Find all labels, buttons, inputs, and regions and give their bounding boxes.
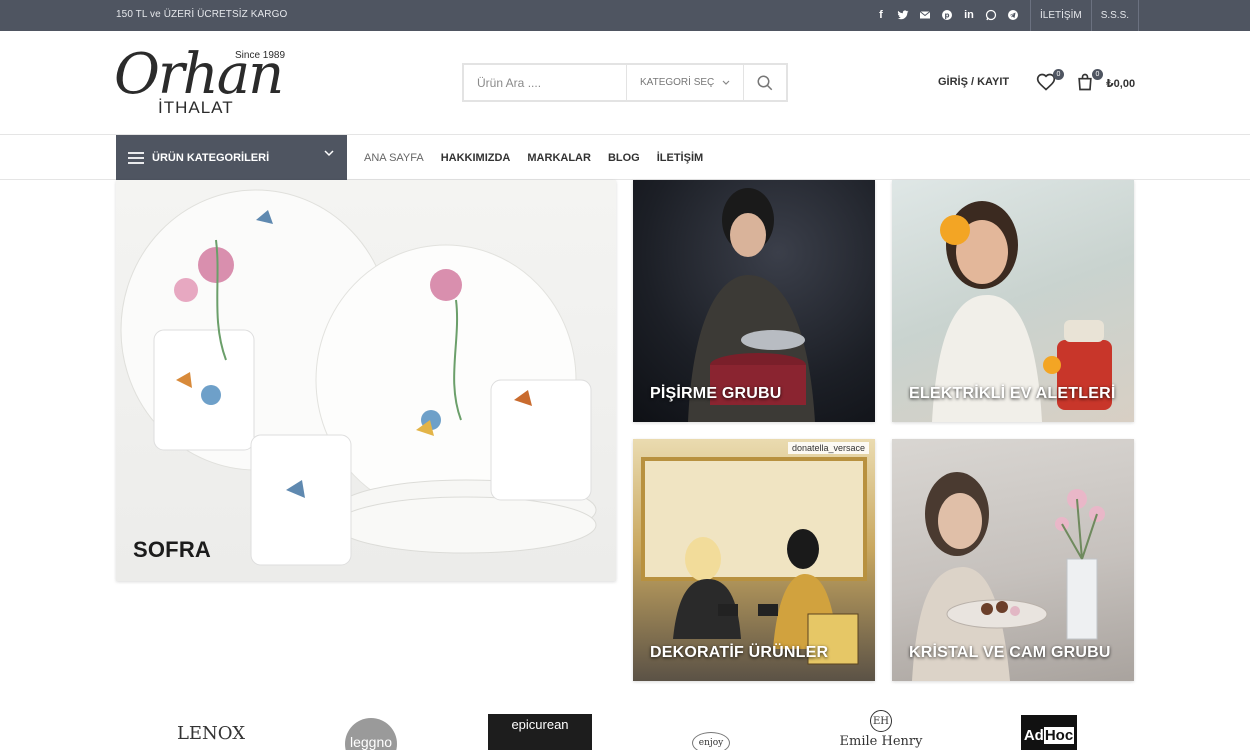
banner-title-pisirme: PİŞİRME GRUBU xyxy=(650,385,782,402)
free-shipping-notice: 150 TL ve ÜZERİ ÜCRETSİZ KARGO xyxy=(116,9,288,20)
banner-dekor[interactable]: donatella_versace DEKORATİF ÜRÜNLER xyxy=(633,439,875,681)
brand-enjoy-mark: enjoy xyxy=(692,732,730,750)
tableware-illustration xyxy=(120,189,597,566)
facebook-icon[interactable]: f xyxy=(874,8,888,22)
banner-sofra[interactable]: SOFRA xyxy=(116,180,616,581)
search-input[interactable] xyxy=(464,65,626,100)
nav-contact[interactable]: İLETİŞİM xyxy=(657,152,703,164)
brand-enjoy[interactable]: enjoy xyxy=(686,708,736,750)
search-bar: KATEGORİ SEÇ xyxy=(462,63,788,102)
logo-subtitle: İTHALAT xyxy=(158,98,234,117)
top-link-faq[interactable]: S.S.S. xyxy=(1090,0,1140,31)
product-categories-label: ÜRÜN KATEGORİLERİ xyxy=(152,151,270,164)
site-logo[interactable]: Orhan Since 1989 İTHALAT xyxy=(114,43,294,123)
top-links: İLETİŞİM S.S.S. xyxy=(1030,0,1140,31)
cart-total[interactable]: ₺0,00 xyxy=(1106,77,1135,90)
product-categories-button[interactable]: ÜRÜN KATEGORİLERİ xyxy=(116,135,347,180)
top-link-contact[interactable]: İLETİŞİM xyxy=(1030,0,1091,31)
social-links: f p in xyxy=(874,6,1020,24)
cart-count: 0 xyxy=(1092,69,1103,80)
linkedin-icon[interactable]: in xyxy=(962,8,976,22)
brand-epicurean-mark: epicurean xyxy=(488,714,592,750)
pinterest-icon[interactable]: p xyxy=(940,8,954,22)
nav-brands[interactable]: MARKALAR xyxy=(527,152,591,164)
menu: ANA SAYFA HAKKIMIZDA MARKALAR BLOG İLETİ… xyxy=(364,135,703,180)
wishlist-button[interactable]: 0 xyxy=(1036,69,1064,94)
brand-emile-monogram: EH xyxy=(870,710,892,732)
brand-leggno-mark: leggno xyxy=(345,718,397,750)
nav-about[interactable]: HAKKIMIZDA xyxy=(441,152,511,164)
logo-since: Since 1989 xyxy=(235,50,286,61)
chevron-down-icon xyxy=(722,80,730,85)
brand-leggno[interactable]: leggno xyxy=(341,708,401,750)
telegram-icon[interactable] xyxy=(1006,8,1020,22)
svg-text:p: p xyxy=(944,12,949,20)
main-navigation: ÜRÜN KATEGORİLERİ ANA SAYFA HAKKIMIZDA M… xyxy=(0,135,1250,180)
menu-icon xyxy=(128,151,144,164)
search-icon xyxy=(757,75,773,90)
banner-title-sofra: SOFRA xyxy=(133,537,211,562)
login-register-link[interactable]: GİRİŞ / KAYIT xyxy=(938,76,1009,88)
banner-title-dekor: DEKORATİF ÜRÜNLER xyxy=(650,644,829,661)
brand-adhoc-part-a: Ad xyxy=(1023,727,1044,744)
brand-adhoc[interactable]: Ad Hoc xyxy=(1021,708,1077,750)
banner-pisirme[interactable]: PİŞİRME GRUBU xyxy=(633,180,875,422)
chevron-down-icon xyxy=(324,150,334,157)
banner-title-kristal: KRİSTAL VE CAM GRUBU xyxy=(909,644,1111,661)
brand-adhoc-part-b: Hoc xyxy=(1043,727,1075,744)
nav-home[interactable]: ANA SAYFA xyxy=(364,152,424,164)
banner-elektrik[interactable]: ELEKTRİKLİ EV ALETLERİ xyxy=(892,180,1134,422)
brand-adhoc-mark: Ad Hoc xyxy=(1021,715,1077,750)
wishlist-count: 0 xyxy=(1053,69,1064,80)
banner-title-elektrik: ELEKTRİKLİ EV ALETLERİ xyxy=(909,385,1116,402)
search-button[interactable] xyxy=(743,65,786,100)
cart-button[interactable]: 0 xyxy=(1075,69,1103,94)
brand-emile-henry[interactable]: EH Emile Henry xyxy=(831,708,931,750)
brand-emile-name: Emile Henry xyxy=(839,734,923,749)
category-select-label: KATEGORİ SEÇ xyxy=(640,77,715,88)
instagram-tag: donatella_versace xyxy=(787,442,869,454)
top-bar: 150 TL ve ÜZERİ ÜCRETSİZ KARGO f p in İL… xyxy=(0,0,1250,31)
brand-lenox[interactable]: LENOX xyxy=(156,708,266,750)
nav-blog[interactable]: BLOG xyxy=(608,152,640,164)
whatsapp-icon[interactable] xyxy=(984,8,998,22)
email-icon[interactable] xyxy=(918,8,932,22)
brand-logos: LENOX leggno epicurean enjoy EH Emile He… xyxy=(116,708,1134,750)
category-select[interactable]: KATEGORİ SEÇ xyxy=(626,65,743,100)
site-header: Orhan Since 1989 İTHALAT KATEGORİ SEÇ Gİ… xyxy=(0,31,1250,135)
twitter-icon[interactable] xyxy=(896,8,910,22)
banner-kristal[interactable]: KRİSTAL VE CAM GRUBU xyxy=(892,439,1134,681)
brand-epicurean[interactable]: epicurean xyxy=(488,708,592,750)
